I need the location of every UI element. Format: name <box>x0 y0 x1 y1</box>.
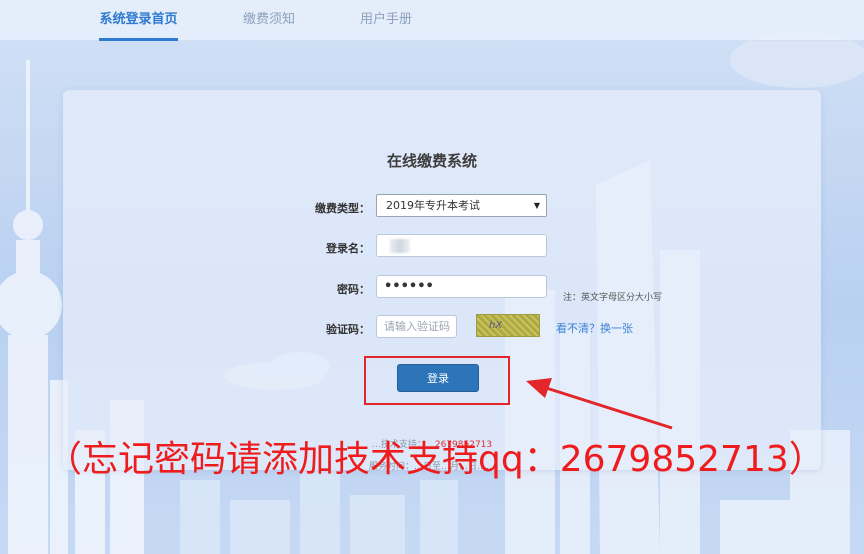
forgot-password-annotation: （忘记密码请添加技术支持qq：2679852713） <box>46 439 825 480</box>
